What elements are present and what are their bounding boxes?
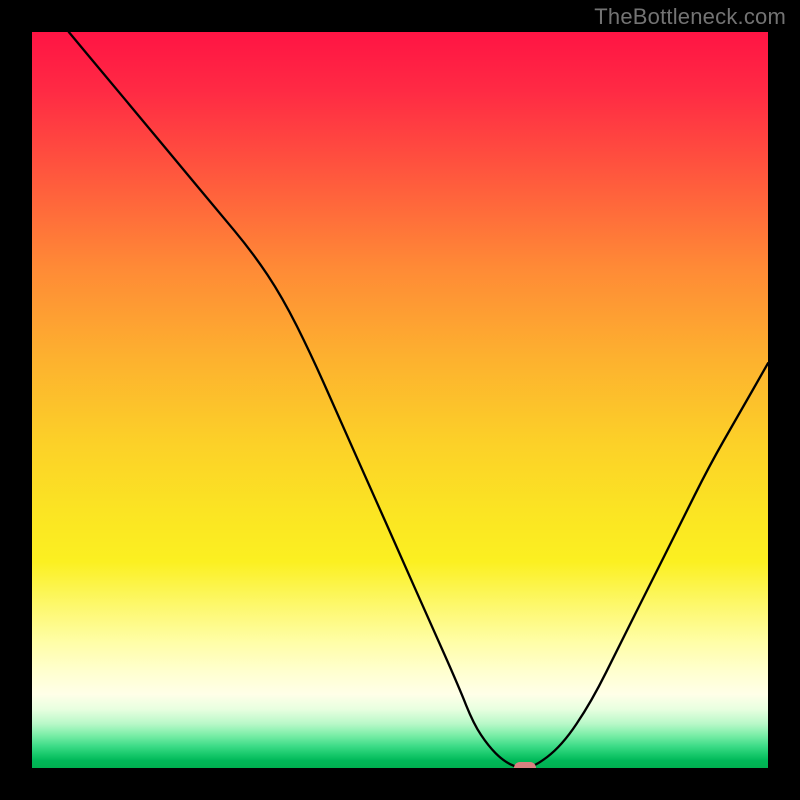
bottleneck-curve [32,32,768,768]
plot-area [32,32,768,768]
optimal-point-marker [514,762,536,768]
chart-frame: TheBottleneck.com [0,0,800,800]
watermark-text: TheBottleneck.com [594,4,786,30]
